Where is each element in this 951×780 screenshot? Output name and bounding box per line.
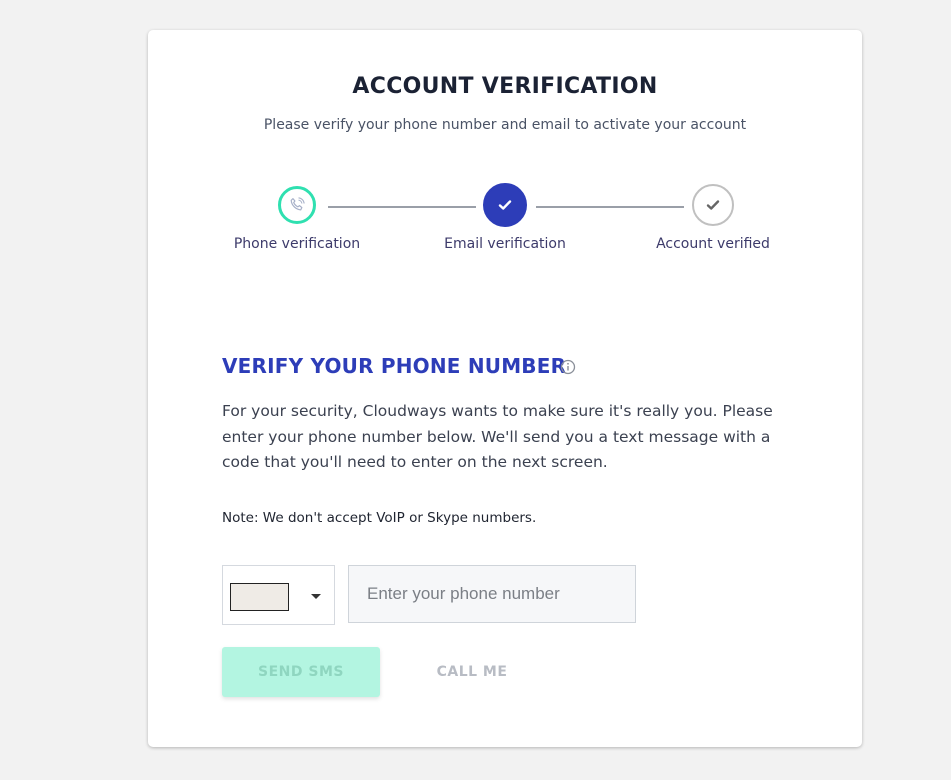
check-icon bbox=[692, 184, 734, 226]
step-account-verified: Account verified bbox=[613, 184, 813, 252]
voip-note: Note: We don't accept VoIP or Skype numb… bbox=[222, 510, 537, 526]
country-code-select[interactable] bbox=[222, 565, 335, 625]
step-label: Phone verification bbox=[233, 236, 361, 252]
call-me-button[interactable]: CALL ME bbox=[410, 647, 534, 697]
step-label: Email verification bbox=[444, 236, 566, 252]
page-subtitle: Please verify your phone number and emai… bbox=[263, 117, 747, 133]
check-icon bbox=[483, 183, 527, 227]
section-title: VERIFY YOUR PHONE NUMBER bbox=[222, 354, 567, 378]
info-icon[interactable] bbox=[560, 359, 576, 379]
page-title: ACCOUNT VERIFICATION bbox=[352, 74, 658, 99]
send-sms-button[interactable]: SEND SMS bbox=[222, 647, 380, 697]
phone-number-input[interactable] bbox=[348, 565, 636, 623]
phone-icon bbox=[278, 186, 316, 224]
section-description: For your security, Cloudways wants to ma… bbox=[222, 402, 773, 471]
caret-down-icon bbox=[311, 594, 321, 599]
step-phone-verification: Phone verification bbox=[197, 186, 397, 252]
verification-card: ACCOUNT VERIFICATION Please verify your … bbox=[148, 30, 862, 747]
step-email-verification: Email verification bbox=[405, 183, 605, 252]
step-label: Account verified bbox=[656, 236, 770, 252]
country-flag bbox=[230, 583, 289, 611]
